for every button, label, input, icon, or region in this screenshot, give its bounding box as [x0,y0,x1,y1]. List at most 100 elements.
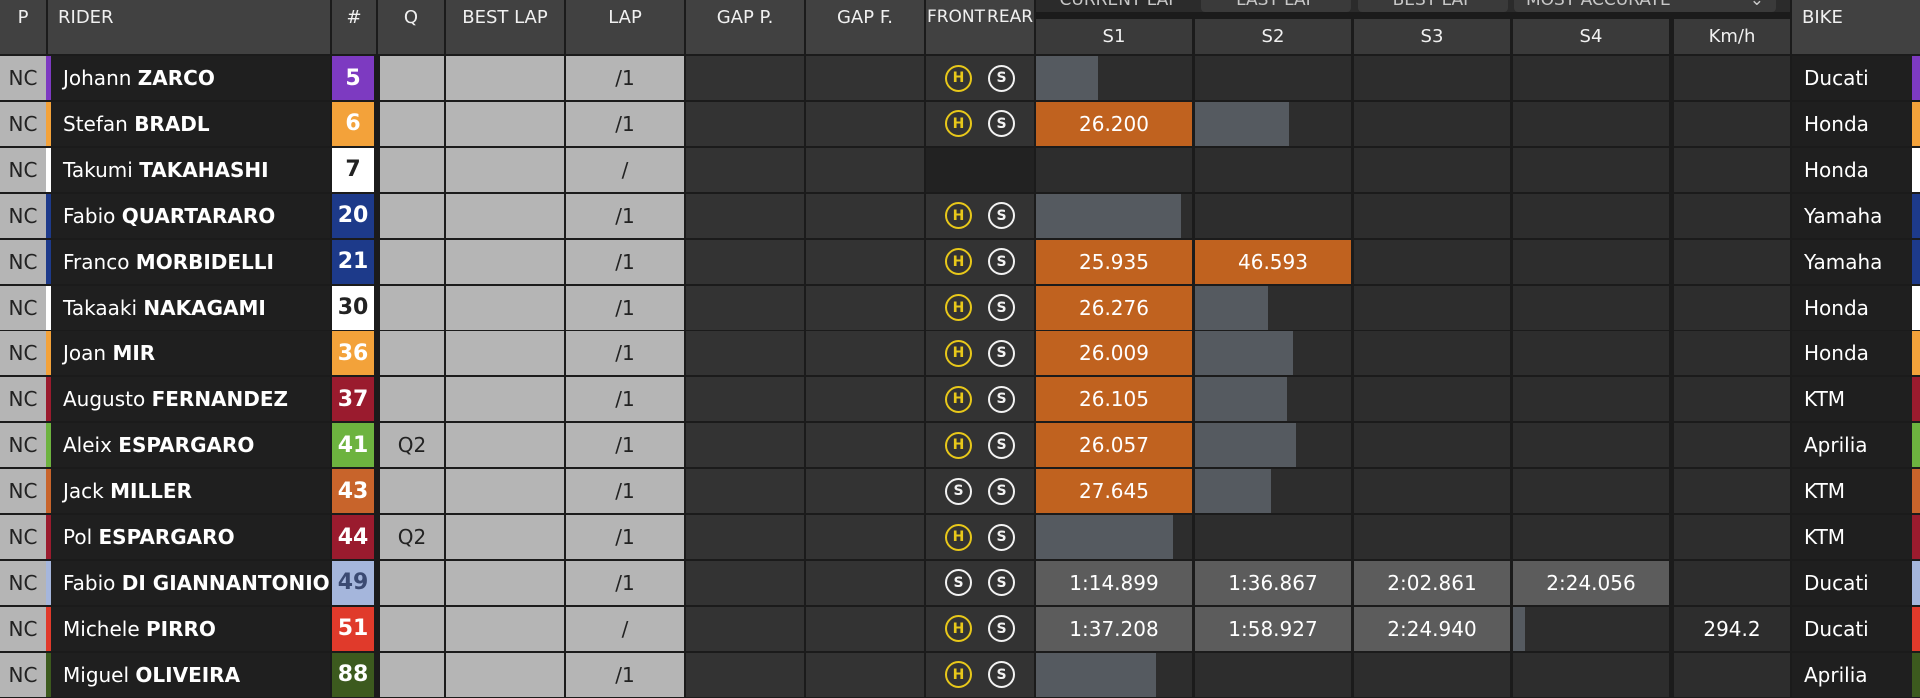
q-cell [380,147,444,192]
tab-last-lap[interactable]: LAST LAP [1201,0,1351,12]
rider-name[interactable]: Takaaki NAKAGAMI [51,285,330,330]
q-cell [380,56,444,100]
rider-name[interactable]: Augusto FERNANDEZ [51,377,330,422]
front-tyre-icon: H [945,294,972,321]
rider-last-name: MIR [112,341,156,366]
q-cell [380,285,444,330]
best-lap-cell [446,652,564,697]
q-cell [380,239,444,284]
q-cell [380,193,444,238]
rider-number: 51 [332,606,374,651]
rider-row[interactable]: NC Franco MORBIDELLI 21/1 H S 25.935 46.593… [0,239,1920,284]
bike-cell: Yamaha [1792,239,1912,284]
rider-row[interactable]: NC Miguel OLIVEIRA 88/1 H S Aprilia [0,652,1920,697]
rider-name[interactable]: Franco MORBIDELLI [51,239,330,284]
tyres-cell: H S [926,56,1034,100]
sector-4-cell [1513,469,1669,514]
rider-first-name: Joan [63,341,107,366]
rider-name[interactable]: Fabio DI GIANNANTONIO [51,560,330,605]
rider-row[interactable]: NC Aleix ESPARGARO 41 Q2/1 H S 26.057 Aprili… [0,423,1920,468]
rider-row[interactable]: NC Fabio DI GIANNANTONIO 49/1 S S 1:14.899… [0,560,1920,605]
rider-name[interactable]: Miguel OLIVEIRA [51,652,330,697]
bike-color-stripe [1912,56,1920,100]
rider-row[interactable]: NC Augusto FERNANDEZ 37/1 H S 26.105 KTM [0,377,1920,422]
rider-row[interactable]: NC Joan MIR 36/1 H S 26.009 Honda [0,331,1920,376]
header-position[interactable]: P [0,0,46,54]
header-s4[interactable]: S4 [1513,19,1669,54]
accuracy-dropdown[interactable]: MOST ACCURATE ⌄ [1514,0,1776,12]
lap-cell: /1 [566,331,684,376]
header-lap[interactable]: LAP [566,0,684,54]
rider-row[interactable]: NC Fabio QUARTARARO 20/1 H S Yamaha [0,193,1920,238]
rider-name[interactable]: Aleix ESPARGARO [51,423,330,468]
rider-name[interactable]: Stefan BRADL [51,101,330,146]
sector-3-cell [1354,652,1510,697]
header-s3[interactable]: S3 [1354,19,1510,54]
header-kmh[interactable]: Km/h [1674,19,1790,54]
header-bike[interactable]: BIKE [1792,0,1920,54]
lap-cell: /1 [566,423,684,468]
gap-previous-cell [686,239,804,284]
q-cell [380,331,444,376]
tab-best-lap[interactable]: BEST LAP [1358,0,1508,12]
sector-4-cell [1513,285,1669,330]
rider-name[interactable]: Takumi TAKAHASHI [51,147,330,192]
rider-number: 44 [332,515,374,559]
sector-2-time: 1:58.927 [1228,616,1318,641]
rider-name[interactable]: Fabio QUARTARARO [51,193,330,238]
speed-cell [1674,147,1790,192]
header-number[interactable]: # [332,0,376,54]
rider-number: 7 [332,147,374,192]
front-tyre-icon: H [945,615,972,643]
rider-name[interactable]: Michele PIRRO [51,606,330,651]
gap-first-cell [806,147,924,192]
rider-row[interactable]: NC Michele PIRRO 51/ H S 1:37.208 1:58.927 2… [0,606,1920,651]
tyres-cell: H S [926,101,1034,146]
gap-first-cell [806,560,924,605]
sector-4-cell [1513,147,1669,192]
rider-name[interactable]: Jack MILLER [51,469,330,514]
sector-2-cell [1195,101,1351,146]
rear-tyre-icon: S [988,248,1015,276]
sector-3-cell [1354,515,1510,559]
rider-row[interactable]: NC Pol ESPARGARO 44 Q2/1 H S KTM [0,515,1920,559]
bike-color-stripe [1912,652,1920,697]
rider-name[interactable]: Pol ESPARGARO [51,515,330,559]
sector-1-cell: 26.009 [1036,331,1192,376]
sector-1-time: 26.009 [1079,341,1149,366]
position-cell: NC [0,377,46,422]
header-s1[interactable]: S1 [1036,19,1192,54]
gap-previous-cell [686,469,804,514]
lap-cell: /1 [566,377,684,422]
bike-cell: Yamaha [1792,193,1912,238]
rear-tyre-icon: S [988,477,1015,505]
tab-current-lap[interactable]: CURRENT LAP [1044,0,1194,12]
rider-row[interactable]: NC Takumi TAKAHASHI 7/Honda [0,147,1920,192]
rider-name[interactable]: Johann ZARCO [51,56,330,100]
header-best-lap[interactable]: BEST LAP [446,0,564,54]
sector-4-cell [1513,331,1669,376]
rider-name[interactable]: Joan MIR [51,331,330,376]
bike-color-stripe [1912,423,1920,468]
header-s2[interactable]: S2 [1195,19,1351,54]
rider-row[interactable]: NC Takaaki NAKAGAMI 30/1 H S 26.276 Honda [0,285,1920,330]
header-tyres: FRONT REAR [926,0,1034,54]
sector-1-cell: 1:14.899 [1036,560,1192,605]
rider-row[interactable]: NC Johann ZARCO 5/1 H S Ducati [0,56,1920,100]
sector-progress-bar [1036,652,1157,697]
speed-cell [1674,515,1790,559]
rear-tyre-icon: S [988,110,1015,138]
lap-cell: /1 [566,101,684,146]
sector-1-cell [1036,56,1192,100]
header-rider[interactable]: RIDER [48,0,330,54]
sector-1-cell: 26.105 [1036,377,1192,422]
rider-row[interactable]: NC Jack MILLER 43/1 S S 27.645 KTM [0,469,1920,514]
position-cell: NC [0,239,46,284]
bike-cell: Honda [1792,147,1912,192]
rear-tyre-icon: S [988,615,1015,643]
rider-row[interactable]: NC Stefan BRADL 6/1 H S 26.200 Honda [0,101,1920,146]
header-gap-p[interactable]: GAP P. [686,0,804,54]
header-gap-f[interactable]: GAP F. [806,0,924,54]
header-q[interactable]: Q [378,0,444,54]
rider-number: 41 [332,423,374,468]
